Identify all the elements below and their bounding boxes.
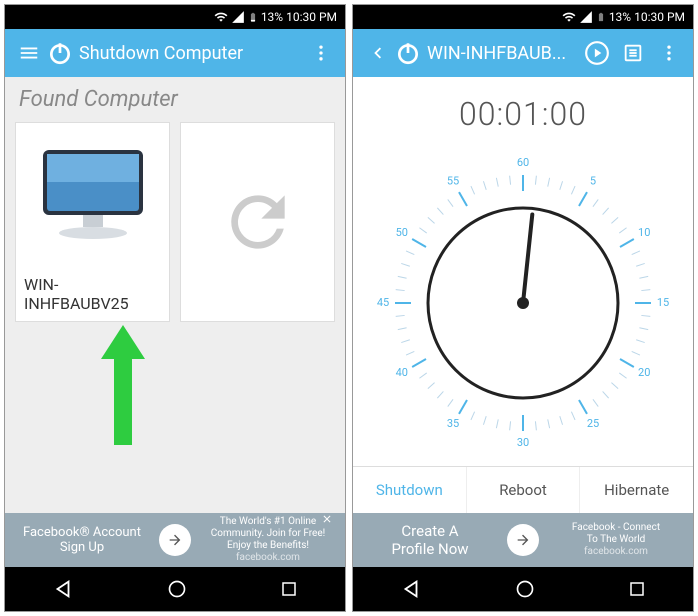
computer-name-label: WIN-INHFBAUBV25 xyxy=(16,267,169,321)
back-nav-icon[interactable] xyxy=(52,578,74,600)
ad-close-icon[interactable] xyxy=(321,513,333,525)
tab-reboot[interactable]: Reboot xyxy=(467,467,581,513)
svg-text:25: 25 xyxy=(587,417,599,430)
content-area: Found Computer WIN-INHFBAUBV25 xyxy=(5,77,345,513)
content-area: 00:01:00 5 10 15 20 25 30 35 40 45 50 55 60 Shutdow… xyxy=(353,77,693,513)
section-heading: Found Computer xyxy=(5,77,345,122)
wifi-icon xyxy=(214,10,228,24)
phone-right: 13% 10:30 PM WIN-INHFBAUB... 00:01:00 xyxy=(352,4,694,612)
ad-text-right: Facebook - Connect To The World facebook… xyxy=(547,522,685,558)
more-vert-icon xyxy=(311,43,331,63)
svg-text:20: 20 xyxy=(638,365,650,378)
app-bar: Shutdown Computer xyxy=(5,29,345,77)
app-title: Shutdown Computer xyxy=(79,43,303,64)
ad-banner[interactable]: Facebook® Account Sign Up The World's #1… xyxy=(5,513,345,567)
power-icon xyxy=(395,40,421,66)
overflow-button[interactable] xyxy=(651,35,687,71)
overflow-button[interactable] xyxy=(303,35,339,71)
power-icon xyxy=(47,40,73,66)
action-tabs: Shutdown Reboot Hibernate xyxy=(353,466,693,513)
back-nav-icon[interactable] xyxy=(400,578,422,600)
status-bar: 13% 10:30 PM xyxy=(5,5,345,29)
refresh-icon xyxy=(218,182,298,262)
app-bar: WIN-INHFBAUB... xyxy=(353,29,693,77)
timer-dial[interactable]: 5 10 15 20 25 30 35 40 45 50 55 60 xyxy=(353,139,693,466)
chevron-left-icon xyxy=(366,42,388,64)
list-button[interactable] xyxy=(615,35,651,71)
svg-text:45: 45 xyxy=(377,295,389,308)
hamburger-icon xyxy=(18,42,40,64)
ad-go-button[interactable] xyxy=(159,524,191,556)
recent-nav-icon[interactable] xyxy=(280,580,298,598)
play-circle-icon xyxy=(584,40,610,66)
ad-text-left: Facebook® Account Sign Up xyxy=(13,525,151,555)
battery-percent: 13% xyxy=(609,10,631,24)
computer-card[interactable]: WIN-INHFBAUBV25 xyxy=(15,122,170,322)
status-bar: 13% 10:30 PM xyxy=(353,5,693,29)
clock-text: 10:30 PM xyxy=(286,10,337,24)
menu-button[interactable] xyxy=(11,35,47,71)
back-button[interactable] xyxy=(359,35,395,71)
svg-text:15: 15 xyxy=(657,295,669,308)
wifi-icon xyxy=(562,10,576,24)
more-vert-icon xyxy=(659,43,679,63)
clock-text: 10:30 PM xyxy=(634,10,685,24)
timer-readout: 00:01:00 xyxy=(353,77,693,139)
annotation-arrow xyxy=(93,325,153,445)
battery-icon xyxy=(248,10,258,24)
android-nav-bar xyxy=(353,567,693,611)
battery-icon xyxy=(596,10,606,24)
home-nav-icon[interactable] xyxy=(167,579,187,599)
svg-text:40: 40 xyxy=(396,365,408,378)
svg-text:10: 10 xyxy=(638,225,650,238)
tab-shutdown[interactable]: Shutdown xyxy=(353,467,467,513)
signal-icon xyxy=(579,10,593,24)
list-icon xyxy=(622,42,644,64)
recent-nav-icon[interactable] xyxy=(628,580,646,598)
home-nav-icon[interactable] xyxy=(515,579,535,599)
svg-text:35: 35 xyxy=(447,417,459,430)
battery-percent: 13% xyxy=(261,10,283,24)
arrow-right-icon xyxy=(167,532,183,548)
tab-hibernate[interactable]: Hibernate xyxy=(580,467,693,513)
android-nav-bar xyxy=(5,567,345,611)
ad-banner[interactable]: Create A Profile Now Facebook - Connect … xyxy=(353,513,693,567)
svg-text:60: 60 xyxy=(517,155,529,168)
ad-go-button[interactable] xyxy=(507,524,539,556)
svg-text:55: 55 xyxy=(447,174,459,187)
arrow-right-icon xyxy=(515,532,531,548)
monitor-icon xyxy=(33,145,153,245)
svg-text:5: 5 xyxy=(590,174,596,187)
phone-left: 13% 10:30 PM Shutdown Computer Found Com… xyxy=(4,4,346,612)
ad-text-right: The World's #1 Online Community. Join fo… xyxy=(199,516,337,564)
refresh-card[interactable] xyxy=(180,122,335,322)
signal-icon xyxy=(231,10,245,24)
ad-text-left: Create A Profile Now xyxy=(361,522,499,558)
svg-text:50: 50 xyxy=(396,225,408,238)
play-button[interactable] xyxy=(579,35,615,71)
svg-text:30: 30 xyxy=(517,435,529,448)
app-title: WIN-INHFBAUB... xyxy=(427,43,579,64)
